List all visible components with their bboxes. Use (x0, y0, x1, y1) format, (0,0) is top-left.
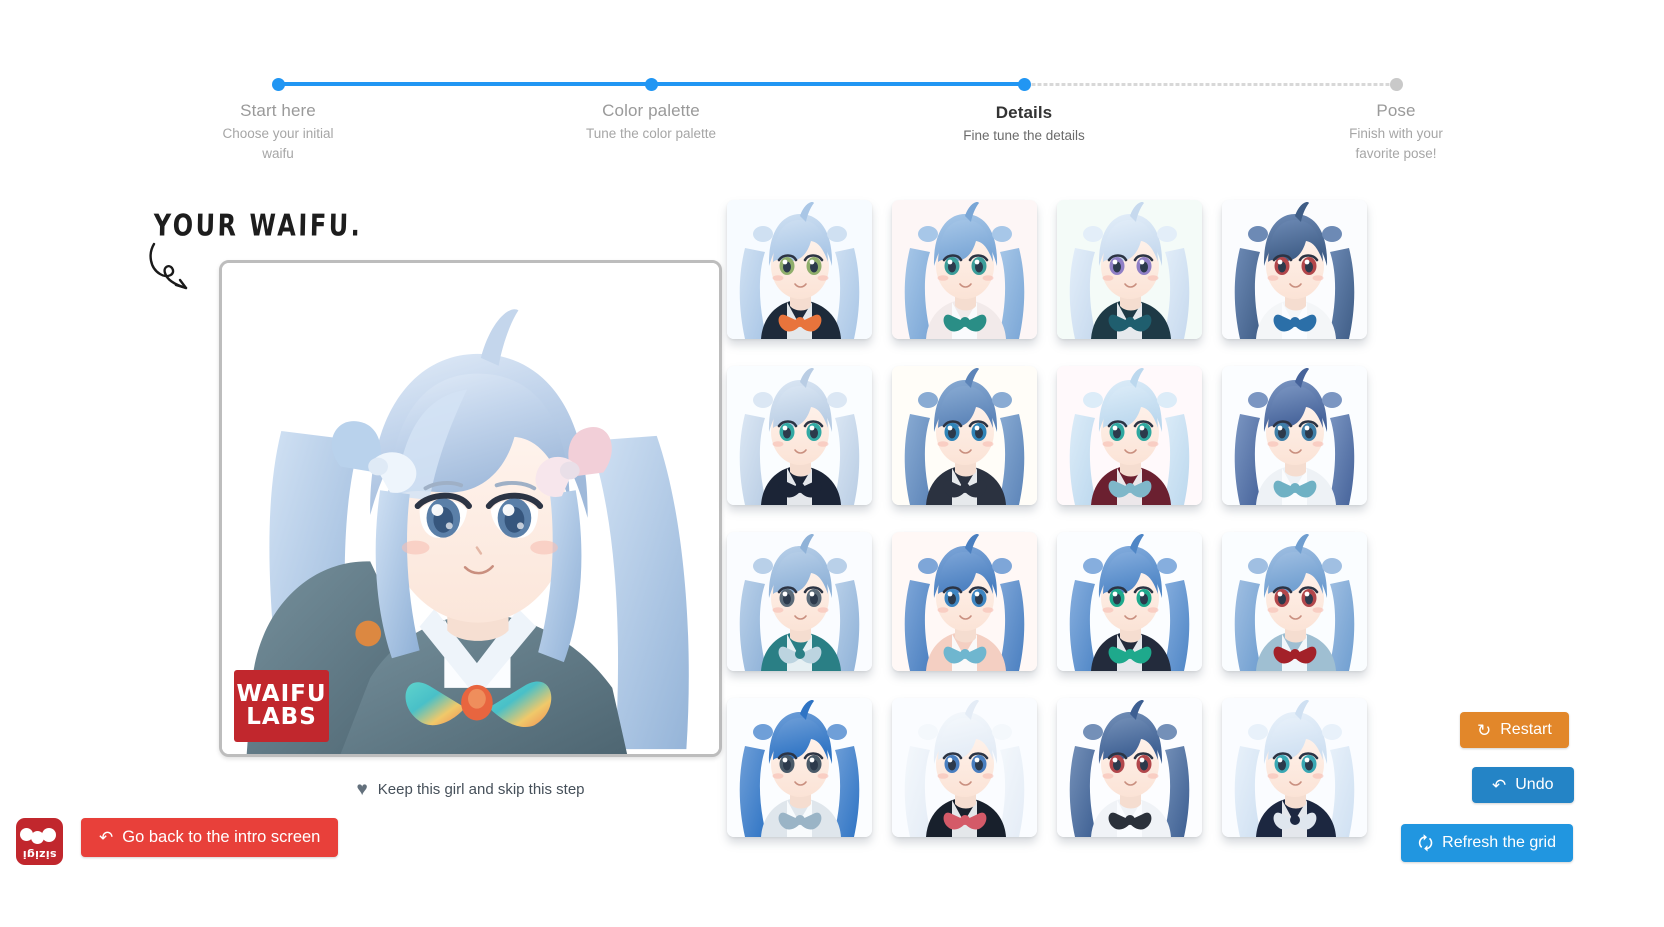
waifu-option-thumbnail (892, 200, 1037, 339)
waifu-option-thumbnail (727, 366, 872, 505)
stepper-title-3: Pose (1376, 101, 1416, 120)
waifu-labs-page: Start here Choose your initial waifu Col… (0, 0, 1664, 927)
waifu-options-grid (727, 200, 1367, 846)
restart-label: Restart (1500, 721, 1552, 738)
waifu-option-card[interactable] (892, 532, 1037, 671)
keep-this-girl-button[interactable]: ♥ Keep this girl and skip this step (219, 780, 722, 799)
waifu-option-card[interactable] (1057, 532, 1202, 671)
logo-wordmark: sizigi (22, 848, 57, 861)
track-segment-2 (651, 82, 1024, 86)
track-segment-1 (278, 82, 651, 86)
progress-stepper: Start here Choose your initial waifu Col… (0, 0, 1664, 180)
waifu-option-thumbnail (1222, 200, 1367, 339)
waifu-option-card[interactable] (727, 698, 872, 837)
waifu-option-card[interactable] (1222, 366, 1367, 505)
sizigi-logo[interactable]: sizigi (16, 818, 63, 865)
waifu-option-thumbnail (727, 698, 872, 837)
waifu-option-thumbnail (1057, 532, 1202, 671)
waifu-option-card[interactable] (727, 532, 872, 671)
waifu-labs-watermark: WAIFU LABS (234, 670, 329, 742)
waifu-option-card[interactable] (892, 698, 1037, 837)
stepper-label-color-palette[interactable]: Color palette Tune the color palette (536, 100, 766, 144)
undo-label: Undo (1515, 776, 1554, 793)
heart-icon: ♥ (356, 779, 368, 800)
waifu-option-thumbnail (1057, 698, 1202, 837)
waifu-option-thumbnail (1222, 366, 1367, 505)
waifu-option-card[interactable] (1222, 532, 1367, 671)
waifu-option-card[interactable] (1222, 200, 1367, 339)
track-segment-3 (1024, 83, 1396, 86)
curly-arrow-icon (149, 242, 188, 290)
stepper-label-details[interactable]: Details Fine tune the details (909, 102, 1139, 146)
stepper-desc-2: Fine tune the details (963, 128, 1085, 143)
stepper-desc-0: Choose your initial waifu (222, 126, 334, 161)
waifu-options-panel (727, 200, 1497, 880)
stepper-desc-1: Tune the color palette (585, 126, 717, 141)
stepper-desc-3: Finish with your favorite pose! (1349, 126, 1443, 161)
undo-arrow-icon: ↶ (99, 828, 114, 847)
stepper-dot-start-here[interactable] (272, 78, 285, 91)
waifu-option-card[interactable] (892, 200, 1037, 339)
waifu-option-card[interactable] (1057, 698, 1202, 837)
waifu-option-thumbnail (727, 532, 872, 671)
watermark-line-1: WAIFU (236, 681, 327, 707)
waifu-option-thumbnail (892, 532, 1037, 671)
stepper-title-2: Details (995, 103, 1053, 122)
waifu-option-card[interactable] (892, 366, 1037, 505)
logo-dot-3 (42, 828, 56, 842)
stepper-dot-details[interactable] (1018, 78, 1031, 91)
waifu-option-thumbnail (892, 698, 1037, 837)
stepper-dot-color-palette[interactable] (645, 78, 658, 91)
waifu-option-thumbnail (1222, 532, 1367, 671)
stepper-label-start-here[interactable]: Start here Choose your initial waifu (163, 100, 393, 164)
waifu-option-thumbnail (892, 366, 1037, 505)
go-back-label: Go back to the intro screen (122, 828, 321, 846)
stepper-dot-pose[interactable] (1390, 78, 1403, 91)
main-waifu-preview[interactable]: WAIFU LABS (219, 260, 722, 757)
stepper-label-pose[interactable]: Pose Finish with your favorite pose! (1281, 100, 1511, 164)
waifu-option-thumbnail (1057, 200, 1202, 339)
watermark-line-2: LABS (246, 704, 317, 730)
waifu-option-card[interactable] (1057, 366, 1202, 505)
waifu-option-card[interactable] (727, 366, 872, 505)
stepper-title-0: Start here (240, 101, 316, 120)
stepper-title-1: Color palette (602, 101, 700, 120)
stepper-track (272, 78, 1403, 91)
waifu-option-card[interactable] (1057, 200, 1202, 339)
waifu-option-thumbnail (727, 200, 872, 339)
waifu-option-card[interactable] (727, 200, 872, 339)
waifu-option-thumbnail (1222, 698, 1367, 837)
keep-this-girl-label: Keep this girl and skip this step (377, 781, 585, 798)
waifu-option-card[interactable] (1222, 698, 1367, 837)
waifu-option-thumbnail (1057, 366, 1202, 505)
go-back-to-intro-button[interactable]: ↶ Go back to the intro screen (81, 818, 339, 857)
